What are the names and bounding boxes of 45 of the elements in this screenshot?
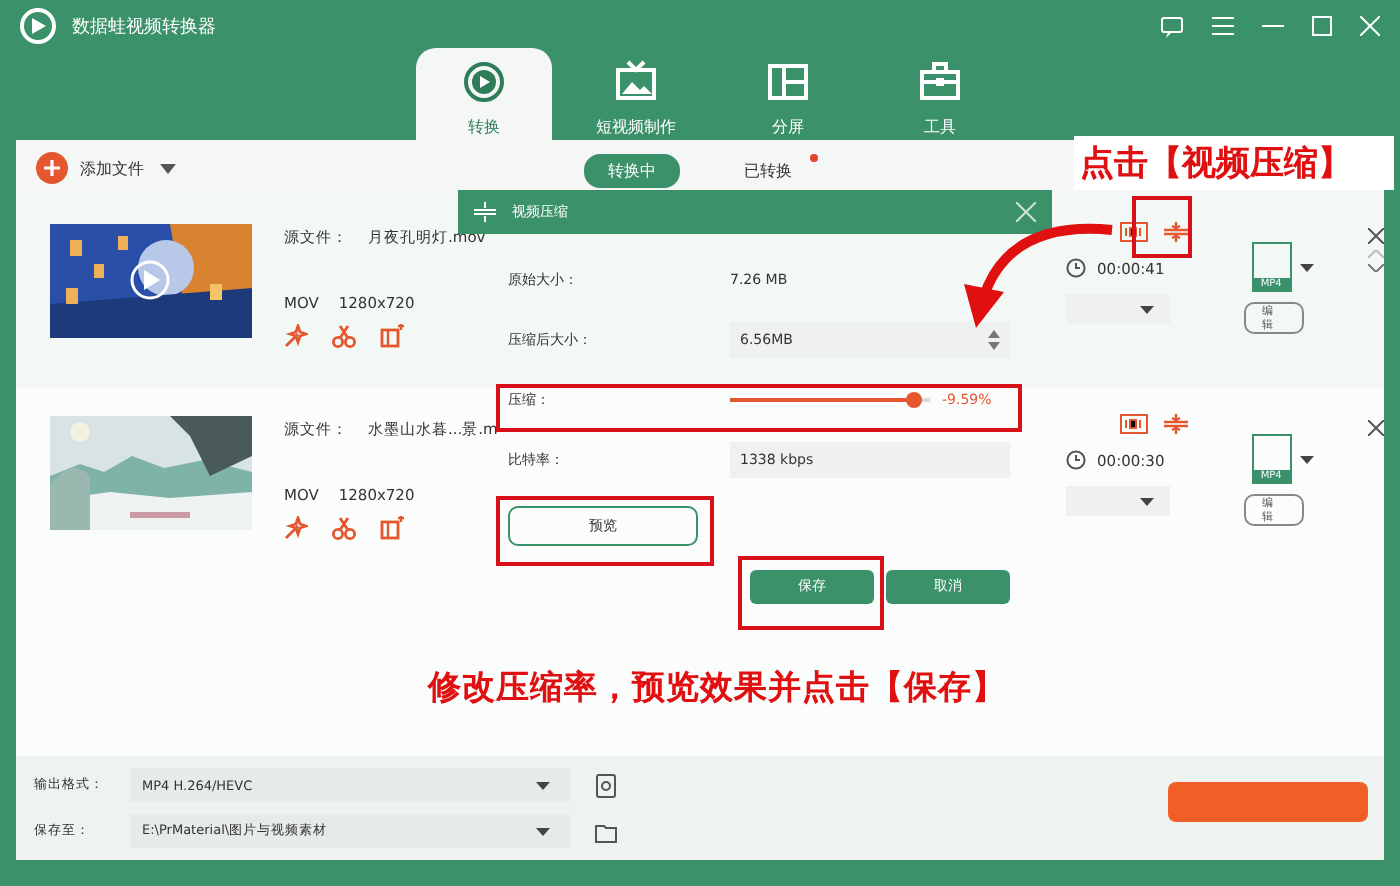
add-file-button[interactable]: 添加文件	[36, 152, 144, 184]
caret-icon	[536, 827, 550, 835]
edit-icon[interactable]	[380, 516, 404, 540]
window-title: 数据蛙视频转换器	[72, 15, 216, 39]
caret-icon[interactable]	[1299, 455, 1314, 463]
scissors-icon[interactable]	[332, 516, 356, 540]
segment-tab[interactable]: 转换中	[584, 154, 680, 188]
minimize-icon[interactable]	[1262, 24, 1284, 28]
caret-icon[interactable]	[1299, 263, 1314, 271]
caret-icon	[1139, 305, 1154, 313]
chat-icon[interactable]	[1160, 15, 1184, 37]
highlight-box	[1132, 196, 1192, 258]
magic-wand-icon[interactable]	[284, 516, 308, 540]
tv-icon	[614, 60, 658, 104]
spinner-icon	[988, 330, 1000, 350]
tab[interactable]: 分屏	[720, 48, 856, 144]
plus-icon	[36, 152, 68, 184]
settings-icon[interactable]	[594, 773, 618, 797]
scissors-icon[interactable]	[332, 324, 356, 348]
convert-icon	[462, 60, 506, 104]
segment-tab[interactable]: 已转换	[720, 154, 816, 188]
callout-text: 点击【视频压缩】	[1074, 136, 1394, 190]
id-tag-icon[interactable]	[1120, 414, 1149, 434]
clock-icon	[1065, 258, 1086, 278]
app-logo-icon	[20, 8, 56, 44]
compress-icon	[474, 202, 496, 222]
compress-icon[interactable]	[1164, 222, 1189, 242]
edit-icon[interactable]	[380, 324, 404, 348]
toolbox-icon	[918, 60, 962, 104]
tab[interactable]: 转换	[416, 48, 552, 144]
caret-icon	[1139, 497, 1154, 505]
split-screen-icon	[766, 60, 810, 104]
compress-icon[interactable]	[1164, 414, 1189, 434]
clock-icon	[1065, 450, 1086, 470]
tab[interactable]: 短视频制作	[568, 48, 704, 144]
close-icon[interactable]	[1368, 420, 1384, 436]
tab[interactable]: 工具	[872, 48, 1008, 144]
close-icon[interactable]	[1368, 228, 1384, 244]
magic-wand-icon[interactable]	[284, 324, 308, 348]
maximize-icon[interactable]	[1312, 16, 1332, 36]
folder-icon[interactable]	[594, 819, 618, 843]
caret-icon[interactable]	[160, 163, 176, 173]
caret-icon	[536, 781, 550, 789]
callout-text: 修改压缩率，预览效果并点击【保存】	[428, 666, 1006, 710]
menu-icon[interactable]	[1212, 16, 1234, 36]
